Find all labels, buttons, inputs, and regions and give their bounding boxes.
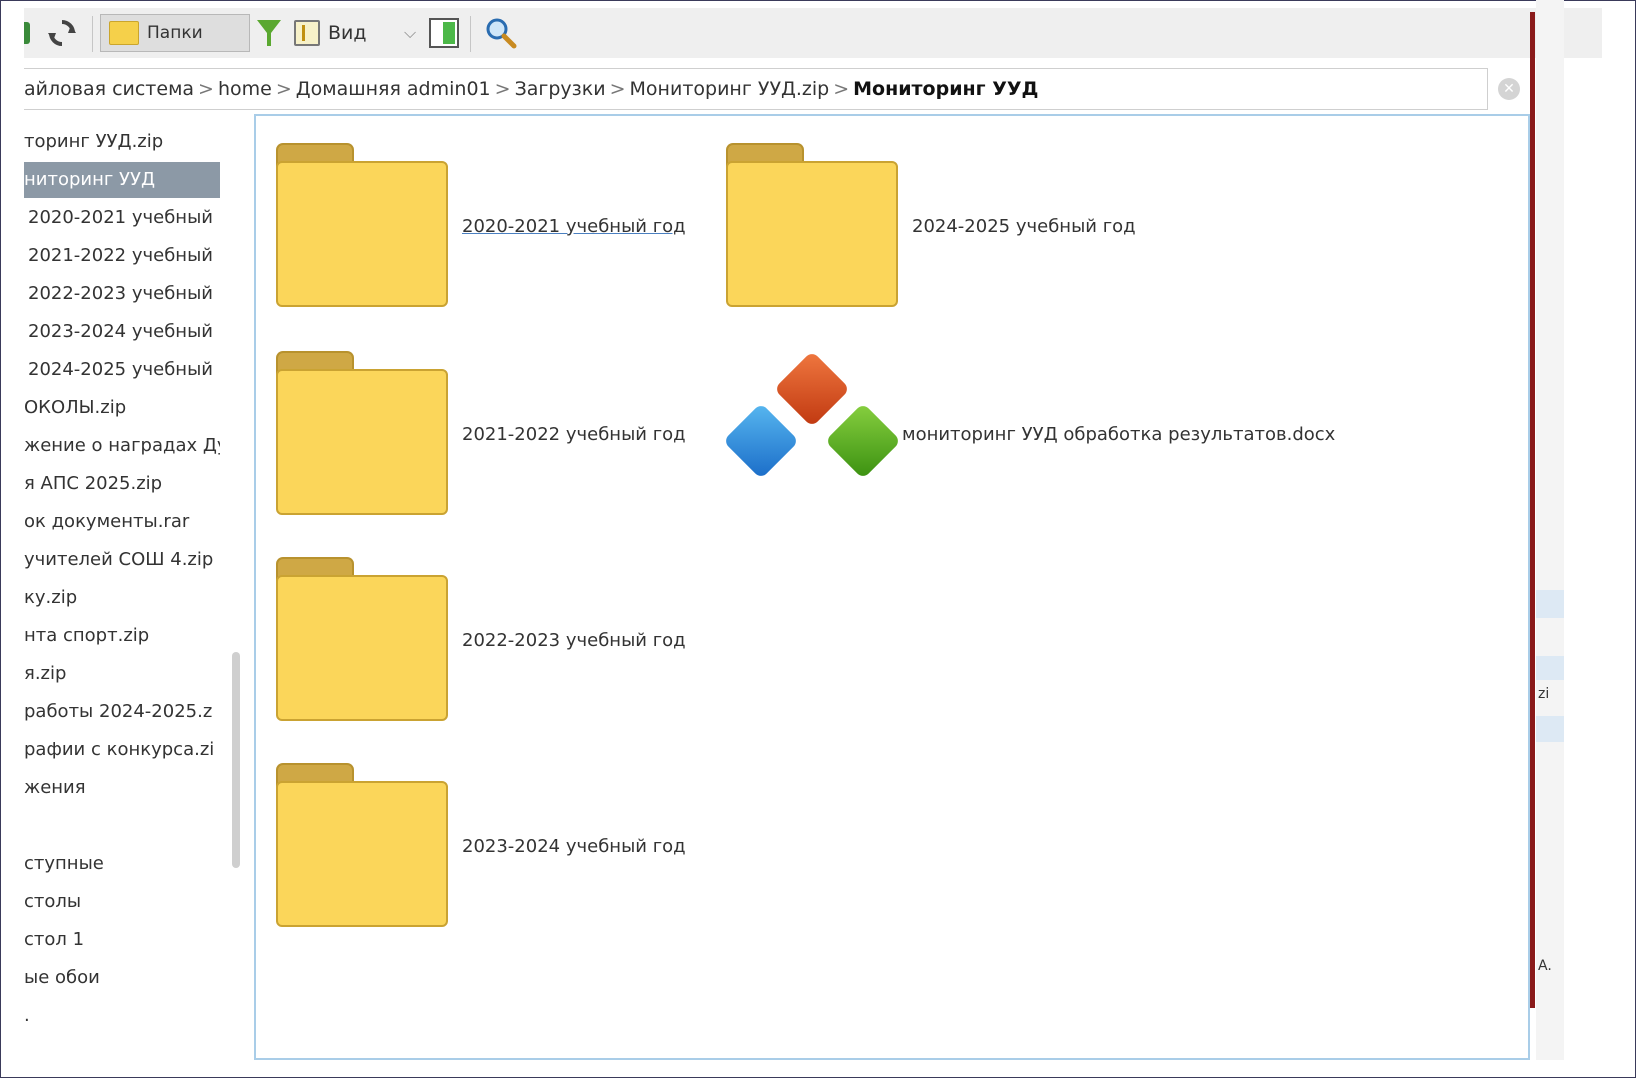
breadcrumb-item[interactable]: Загрузки bbox=[515, 78, 606, 100]
sidebar-item[interactable]: я АПС 2025.zip bbox=[24, 466, 220, 502]
sidebar-item[interactable]: 2022-2023 учебный bbox=[24, 276, 224, 312]
folder-item[interactable]: 2024-2025 учебный год bbox=[726, 136, 1136, 316]
chevron-down-icon: ⌵ bbox=[404, 23, 417, 42]
folder-icon bbox=[109, 21, 139, 45]
sidebar-item[interactable]: . bbox=[24, 998, 220, 1034]
folder-item[interactable]: 2023-2024 учебный год bbox=[276, 756, 686, 936]
breadcrumb-item[interactable]: home bbox=[218, 78, 272, 100]
split-view-icon[interactable] bbox=[429, 18, 459, 48]
breadcrumb-separator: > bbox=[275, 78, 292, 100]
folder-item[interactable]: 2020-2021 учебный год bbox=[276, 136, 686, 316]
strip-band bbox=[1536, 590, 1564, 618]
sidebar-item[interactable]: 2023-2024 учебный bbox=[24, 314, 224, 350]
breadcrumb-item[interactable]: айловая система bbox=[24, 78, 194, 100]
sidebar-item[interactable]: стол 1 bbox=[24, 922, 220, 958]
sidebar-item[interactable]: ые обои bbox=[24, 960, 220, 996]
sidebar-item[interactable]: жения bbox=[24, 770, 220, 806]
sidebar-item[interactable]: учителей СОШ 4.zip bbox=[24, 542, 220, 578]
document-item[interactable]: мониторинг УУД обработка результатов.doc… bbox=[722, 344, 1335, 524]
docx-document-icon bbox=[722, 344, 902, 524]
breadcrumb-separator: > bbox=[494, 78, 511, 100]
sidebar-item[interactable]: ку.zip bbox=[24, 580, 220, 616]
sidebar-item[interactable]: торинг УУД.zip bbox=[24, 124, 220, 160]
folder-item[interactable]: 2021-2022 учебный год bbox=[276, 344, 686, 524]
strip-text: A. bbox=[1538, 958, 1552, 974]
sidebar-item[interactable]: 2021-2022 учебный bbox=[24, 238, 224, 274]
toolbar-separator bbox=[92, 16, 93, 52]
breadcrumb-item[interactable]: Домашняя admin01 bbox=[296, 78, 491, 100]
folder-label: 2020-2021 учебный год bbox=[462, 215, 686, 237]
folder-icon bbox=[276, 763, 448, 929]
sidebar-item[interactable]: работы 2024-2025.z bbox=[24, 694, 220, 730]
breadcrumb-current[interactable]: Мониторинг УУД bbox=[853, 78, 1038, 100]
strip-band bbox=[1536, 656, 1564, 680]
sidebar-item[interactable]: рафии с конкурса.zi bbox=[24, 732, 220, 768]
file-manager-window: Папки Вид ⌵ айловая система > home > Дом… bbox=[24, 8, 1602, 1060]
sidebar-item[interactable]: ступные bbox=[24, 846, 220, 882]
window-edge bbox=[1530, 12, 1535, 1008]
sidebar-item[interactable] bbox=[24, 808, 220, 844]
file-view: 2020-2021 учебный год 2024-2025 учебный … bbox=[254, 114, 1530, 1060]
view-icon bbox=[294, 20, 320, 46]
folder-label: 2024-2025 учебный год bbox=[912, 215, 1136, 237]
sidebar-item[interactable]: нта спорт.zip bbox=[24, 618, 220, 654]
strip-text: zi bbox=[1538, 686, 1550, 702]
breadcrumb-item[interactable]: Мониторинг УУД.zip bbox=[630, 78, 830, 100]
search-button[interactable] bbox=[484, 14, 518, 52]
sidebar-item[interactable]: столы bbox=[24, 884, 220, 920]
filter-icon bbox=[257, 20, 281, 46]
breadcrumb-separator: > bbox=[609, 78, 626, 100]
sidebar-item[interactable]: ок документы.rar bbox=[24, 504, 220, 540]
filter-button[interactable] bbox=[256, 14, 282, 52]
sidebar-item[interactable]: 2020-2021 учебный bbox=[24, 200, 224, 236]
view-dropdown[interactable]: ⌵ bbox=[404, 14, 416, 52]
sidebar-item[interactable]: жение о наградах Ду bbox=[24, 428, 220, 464]
folder-icon bbox=[276, 143, 448, 309]
strip-band bbox=[1536, 716, 1564, 742]
breadcrumb: айловая система > home > Домашняя admin0… bbox=[24, 68, 1488, 110]
folder-icon bbox=[276, 557, 448, 723]
view-label: Вид bbox=[328, 22, 367, 44]
folder-icon bbox=[276, 351, 448, 517]
document-label: мониторинг УУД обработка результатов.doc… bbox=[902, 423, 1336, 445]
folder-item[interactable]: 2022-2023 учебный год bbox=[276, 550, 686, 730]
folders-label: Папки bbox=[147, 23, 203, 43]
toolbar: Папки Вид ⌵ bbox=[24, 8, 1602, 58]
folder-label: 2022-2023 учебный год bbox=[462, 629, 686, 651]
search-icon bbox=[486, 18, 517, 49]
sidebar-item[interactable]: я.zip bbox=[24, 656, 220, 692]
folders-toggle-button[interactable]: Папки bbox=[100, 14, 250, 52]
folder-label: 2023-2024 учебный год bbox=[462, 835, 686, 857]
sidebar-tree: торинг УУД.zip ниторинг УУД 2020-2021 уч… bbox=[24, 116, 250, 1060]
breadcrumb-separator: > bbox=[198, 78, 214, 100]
sidebar-scrollbar[interactable] bbox=[232, 652, 240, 868]
clear-path-button[interactable]: ✕ bbox=[1498, 78, 1520, 100]
view-button[interactable]: Вид bbox=[294, 14, 367, 52]
folder-icon bbox=[726, 143, 898, 309]
refresh-icon bbox=[48, 20, 76, 46]
back-arrow-icon[interactable] bbox=[24, 14, 30, 52]
background-window-strip: zi A. bbox=[1536, 0, 1564, 1060]
sidebar-item-selected[interactable]: ниторинг УУД bbox=[24, 162, 220, 198]
breadcrumb-separator: > bbox=[833, 78, 850, 100]
sidebar-item[interactable]: 2024-2025 учебный bbox=[24, 352, 224, 388]
close-icon: ✕ bbox=[1503, 81, 1515, 97]
sidebar-item[interactable]: ОКОЛЫ.zip bbox=[24, 390, 220, 426]
refresh-button[interactable] bbox=[46, 14, 78, 52]
toolbar-separator bbox=[470, 16, 471, 52]
folder-label: 2021-2022 учебный год bbox=[462, 423, 686, 445]
